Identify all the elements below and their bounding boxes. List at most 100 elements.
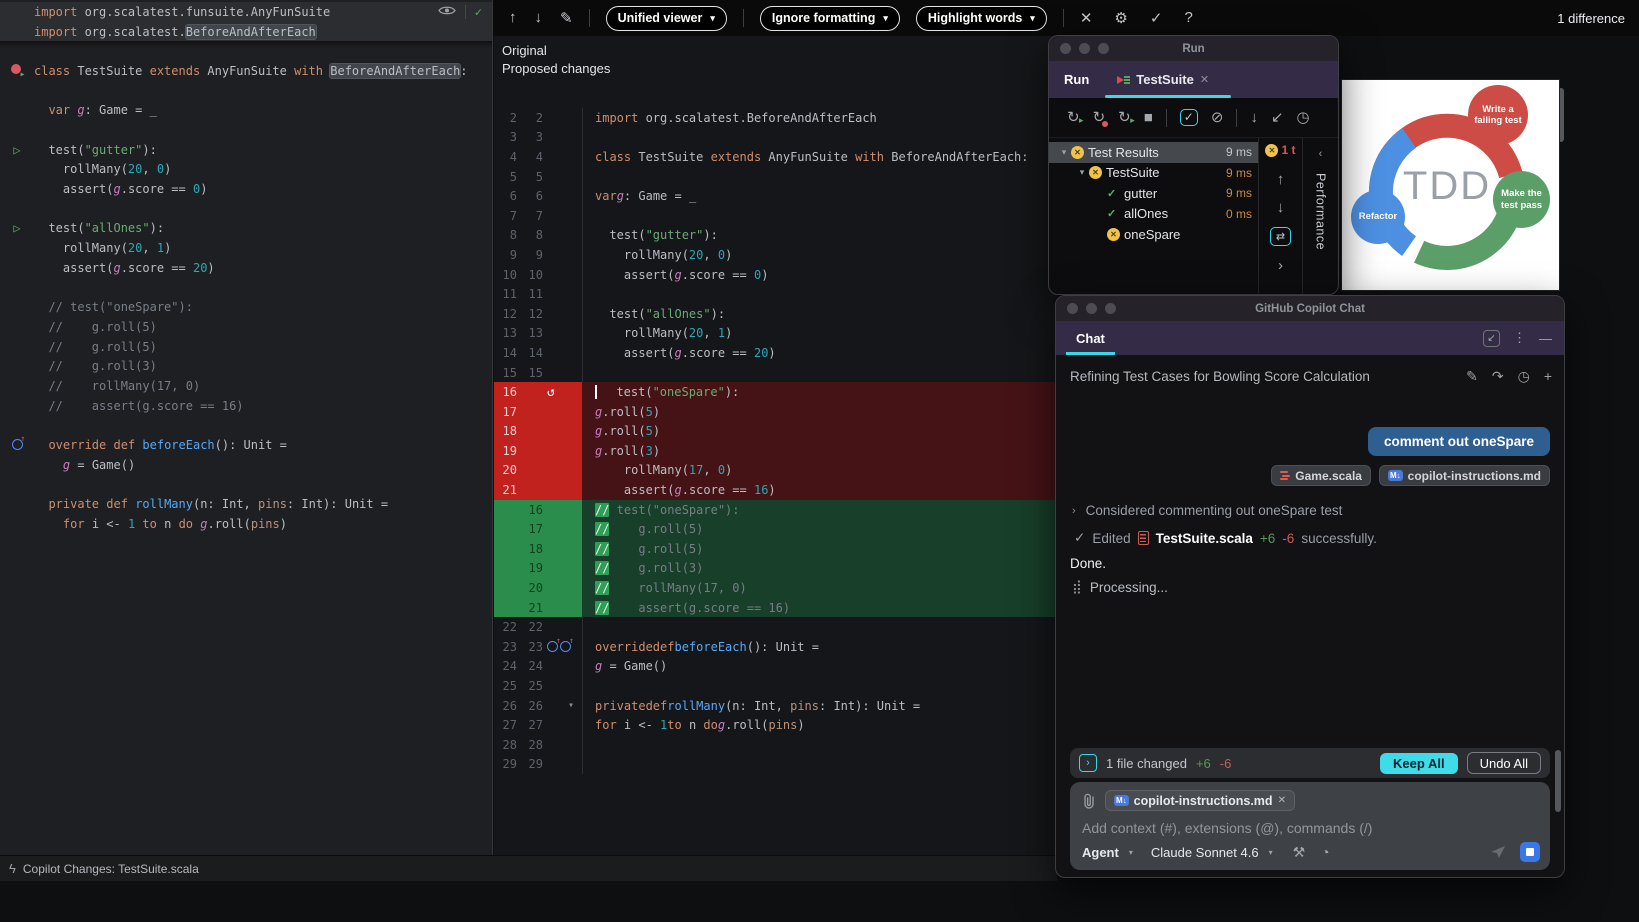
test-tree-row[interactable]: ✓ gutter 9 ms: [1049, 183, 1258, 204]
tab-chat[interactable]: Chat: [1066, 321, 1115, 355]
remove-attachment-icon[interactable]: ✕: [1278, 795, 1286, 806]
line-number-old: 9: [509, 247, 517, 262]
mode-select[interactable]: Agent: [1082, 845, 1119, 860]
run-toolwindow-label: Run: [1064, 72, 1090, 87]
diff-row-del: 20 rollMany(17, 0): [494, 460, 1057, 481]
tools-icon[interactable]: ⚒: [1293, 844, 1306, 861]
diff-row-ctx: 13 13 rollMany(20, 1): [494, 323, 1057, 344]
collapse-chevron-icon[interactable]: ‹: [1319, 148, 1323, 160]
override-icon[interactable]: [547, 636, 561, 653]
diff-row-del: 17 g .roll(5): [494, 401, 1057, 422]
settings-icon[interactable]: ⚙: [1114, 9, 1127, 27]
stop-icon[interactable]: ■: [1144, 110, 1153, 125]
test-tree-row[interactable]: ✓ allOnes 0 ms: [1049, 204, 1258, 225]
open-in-editor-icon[interactable]: ↙: [1483, 329, 1500, 347]
collapse-region-icon[interactable]: ▾: [568, 700, 578, 711]
stop-button[interactable]: [1520, 842, 1540, 862]
copilot-chat-window[interactable]: GitHub Copilot Chat Chat ↙ ⋮ — Refining Te…: [1055, 295, 1565, 878]
auto-test-icon[interactable]: ↻ ▸: [1118, 110, 1135, 125]
thought-collapsible[interactable]: › Considered commenting out oneSpare tes…: [1072, 503, 1342, 518]
test-tree-row[interactable]: ▾ ✕ TestSuite 9 ms: [1049, 163, 1258, 184]
prev-change-icon[interactable]: ↑: [509, 9, 517, 27]
inspection-eye-icon[interactable]: [437, 5, 456, 19]
history-icon[interactable]: ◷: [1297, 110, 1310, 125]
traffic-light-buttons[interactable]: [1067, 303, 1116, 314]
send-icon[interactable]: [1490, 844, 1506, 860]
expand-icon[interactable]: ›: [1278, 257, 1283, 274]
run-tool-window[interactable]: Run Run TestSuite ✕ ↻ ▸ ↻ ↻ ▸ ■ ✓ ⊘ ↓ ↙ ◷ ▾ ✕ Test R…: [1048, 35, 1339, 295]
play-gutter-icon[interactable]: ▷: [0, 221, 34, 235]
chat-window-titlebar[interactable]: GitHub Copilot Chat: [1056, 296, 1564, 321]
context-chip[interactable]: M↓ copilot-instructions.md: [1378, 465, 1550, 486]
line-number-new: 9: [535, 247, 543, 262]
edit-icon[interactable]: ✎: [560, 9, 573, 27]
autoscroll-icon[interactable]: ⇄: [1270, 227, 1291, 246]
expand-changes-icon[interactable]: ›: [1079, 754, 1097, 772]
import-results-icon[interactable]: ↙: [1271, 110, 1284, 125]
undo-all-button[interactable]: Undo All: [1466, 752, 1541, 774]
help-icon[interactable]: ?: [1184, 9, 1192, 27]
diff-code-text: // g.roll(5): [582, 539, 1057, 559]
chat-input-placeholder[interactable]: Add context (#), extensions (@), command…: [1082, 820, 1538, 836]
rerun-failed-icon[interactable]: ↻: [1093, 110, 1109, 127]
line-number-new: 5: [535, 169, 543, 184]
keep-all-button[interactable]: Keep All: [1380, 752, 1458, 774]
minimize-icon[interactable]: —: [1539, 331, 1552, 346]
test-tree-row[interactable]: ✕ oneSpare: [1049, 224, 1258, 245]
user-message-bubble: comment out oneSpare: [1367, 427, 1550, 456]
traffic-light-buttons[interactable]: [1060, 43, 1109, 54]
sort-icon[interactable]: ↓: [1250, 110, 1258, 125]
rename-icon[interactable]: ✎: [1466, 368, 1478, 385]
diff-toolbar: ↑ ↓ ✎ Unified viewer ▾ Ignore formatting ▾ H…: [493, 0, 1639, 36]
diff-pane[interactable]: Original Proposed changes 2 2 import org.s…: [494, 36, 1057, 855]
rerun-icon[interactable]: ↻ ▸: [1067, 110, 1084, 125]
tree-expand-icon[interactable]: ▾: [1075, 167, 1089, 178]
new-chat-icon[interactable]: +: [1544, 368, 1552, 385]
model-select[interactable]: Claude Sonnet 4.6: [1151, 845, 1259, 860]
play-gutter-icon[interactable]: ▷: [0, 143, 34, 157]
override-icon[interactable]: [560, 636, 574, 653]
scroll-down-icon[interactable]: ↓: [1277, 199, 1285, 216]
collapse-icon[interactable]: ✕: [1080, 9, 1093, 27]
highlight-select[interactable]: Highlight words ▾: [915, 5, 1047, 31]
formatting-select[interactable]: Ignore formatting ▾: [759, 5, 900, 31]
next-change-icon[interactable]: ↓: [535, 9, 543, 27]
test-name: TestSuite: [1106, 165, 1160, 181]
paperclip-icon[interactable]: [1082, 793, 1096, 809]
attachment-chip[interactable]: M↓ copilot-instructions.md ✕: [1105, 790, 1295, 811]
chat-input[interactable]: M↓ copilot-instructions.md ✕ Add context…: [1070, 782, 1550, 870]
scroll-up-icon[interactable]: ↑: [1277, 171, 1285, 188]
line-number-new: 13: [528, 326, 543, 341]
chat-scrollbar[interactable]: [1555, 750, 1561, 812]
context-chip[interactable]: Game.scala: [1271, 465, 1371, 486]
show-ignored-icon[interactable]: ⊘: [1211, 110, 1224, 125]
viewer-select[interactable]: Unified viewer ▾: [605, 5, 727, 31]
test-results-tree[interactable]: ▾ ✕ Test Results 9 ms ▾ ✕ TestSuite 9 ms ✓ gutter…: [1049, 138, 1258, 294]
tree-expand-icon[interactable]: ▾: [1057, 147, 1071, 158]
test-tree-row[interactable]: ▾ ✕ Test Results 9 ms: [1049, 142, 1258, 163]
edited-file-name[interactable]: TestSuite.scala: [1156, 531, 1253, 546]
restore-icon[interactable]: ↷: [1492, 368, 1504, 385]
diff-row-add: 17 // g.roll(5): [494, 519, 1057, 540]
close-tab-icon[interactable]: ✕: [1200, 73, 1209, 86]
diff-code-text: rollMany(17, 0): [582, 460, 1057, 481]
line-number-old: 29: [502, 757, 517, 772]
override-gutter-icon[interactable]: [0, 434, 34, 451]
performance-tab-strip[interactable]: ‹ Performance: [1302, 138, 1338, 294]
performance-tab-label[interactable]: Performance: [1314, 173, 1328, 250]
run-window-titlebar[interactable]: Run: [1049, 36, 1338, 61]
show-passed-icon[interactable]: ✓: [1179, 109, 1198, 126]
apply-icon[interactable]: ✓: [1150, 9, 1163, 27]
inspections-ok-icon[interactable]: ✓: [475, 5, 482, 19]
lines-added: +6: [1259, 530, 1276, 546]
revert-change-icon[interactable]: ↺: [547, 385, 555, 400]
tab-testsuite[interactable]: TestSuite ✕: [1105, 61, 1232, 98]
editor-pane[interactable]: import org.scalatest.funsuite.AnyFunSuit…: [0, 0, 493, 855]
runclass-gutter-icon[interactable]: ▸: [0, 64, 34, 80]
diff-code-text: rollMany(20, 0): [582, 245, 1057, 265]
more-options-icon[interactable]: ⋮: [1513, 330, 1526, 346]
edited-verb: Edited: [1092, 530, 1131, 546]
usage-icon[interactable]: ◔: [1321, 844, 1329, 860]
history-icon[interactable]: ◷: [1518, 368, 1530, 385]
